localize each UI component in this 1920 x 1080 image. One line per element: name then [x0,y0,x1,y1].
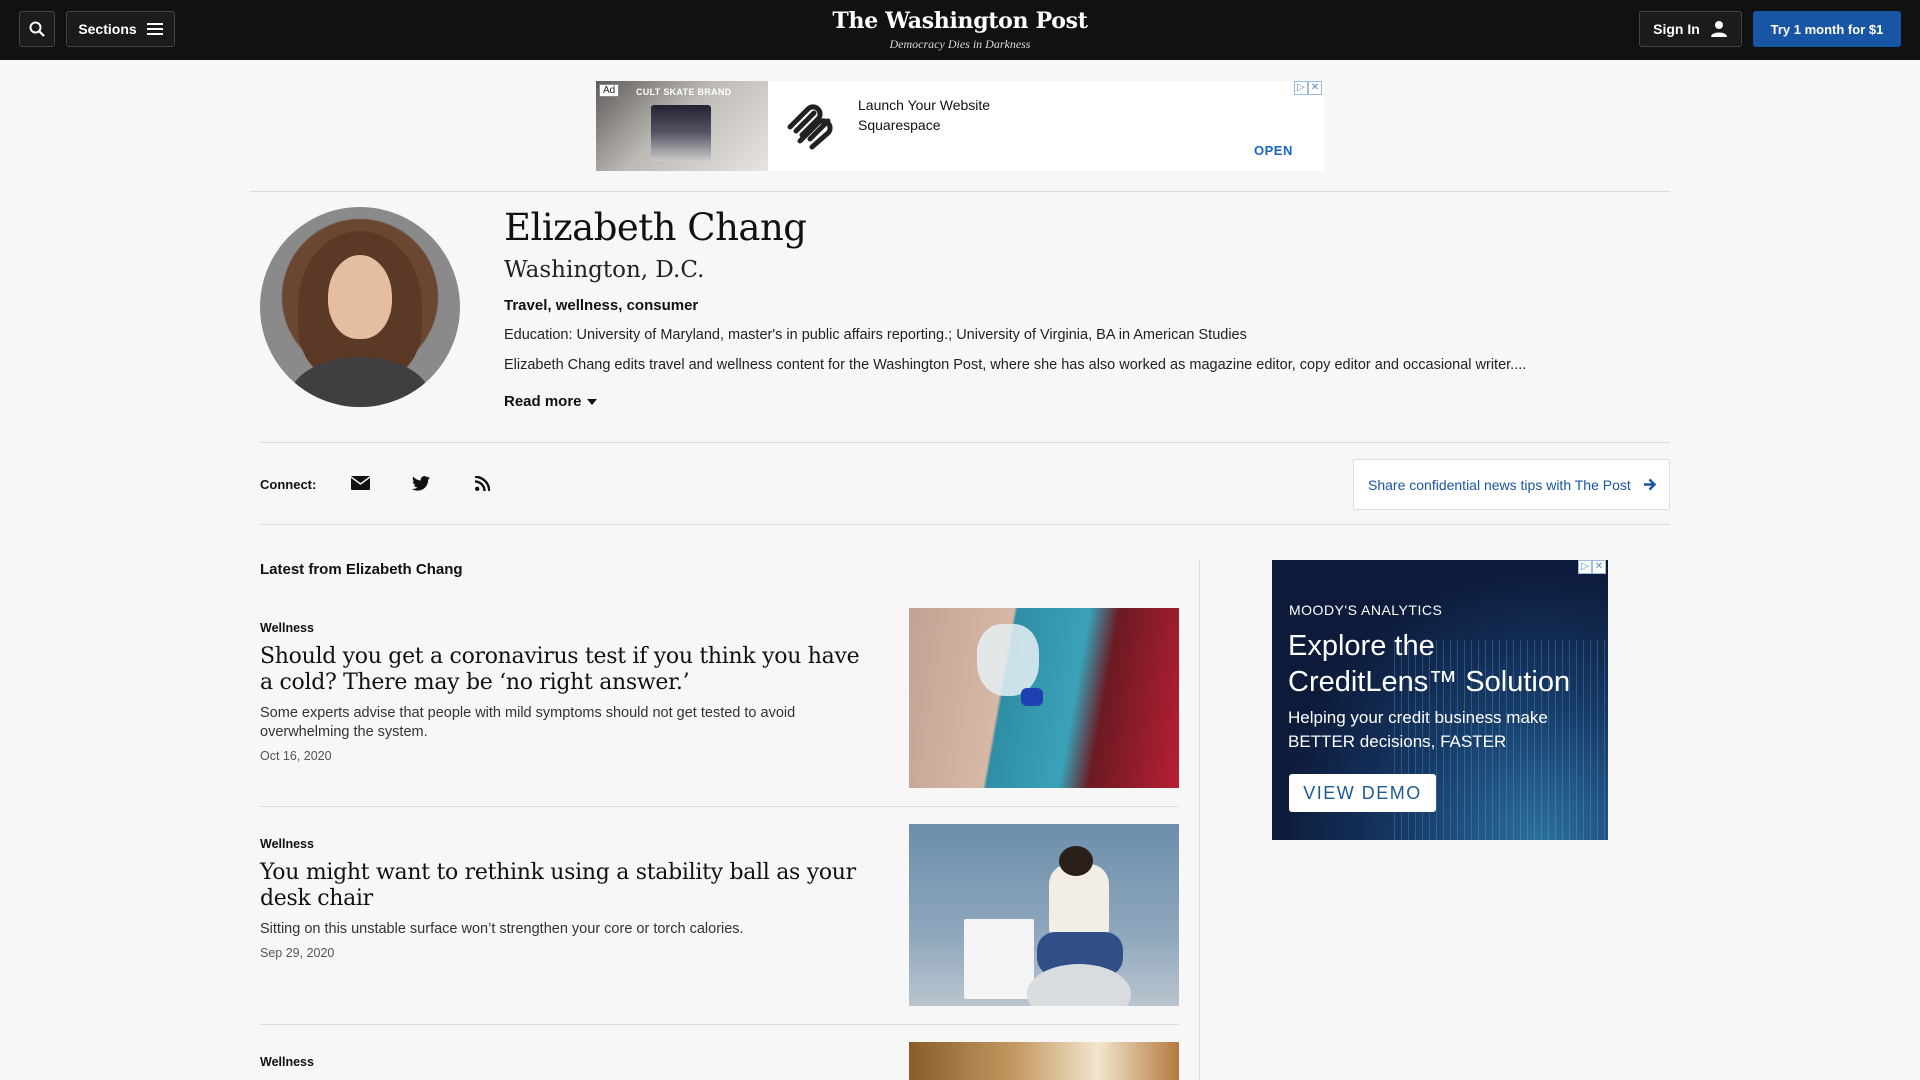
article-kicker[interactable]: Wellness [260,1055,314,1069]
view-demo-button[interactable]: VIEW DEMO [1289,774,1436,812]
subscribe-button[interactable]: Try 1 month for $1 [1753,11,1901,47]
column-divider [1199,560,1200,1080]
search-icon [29,21,45,37]
glove-shape [1021,688,1043,706]
top-bar: Sections The Washington Post Democracy D… [0,0,1920,60]
author-name: Elizabeth Chang [504,206,807,249]
caret-down-icon [586,398,597,405]
article-thumbnail[interactable] [909,824,1179,1006]
article-separator [260,806,1179,807]
article-blurb: Sitting on this unstable surface won’t s… [260,921,744,937]
article-headline[interactable]: Should you get a coronavirus test if you… [260,644,860,696]
side-ad-brand: MOODY'S ANALYTICS [1289,602,1443,618]
user-icon [1710,21,1727,37]
article-headline[interactable]: You might want to rethink using a stabil… [260,860,860,912]
sign-in-label: Sign In [1653,21,1700,37]
article-kicker[interactable]: Wellness [260,837,314,851]
banner-ad-title: Launch Your Website [858,97,991,113]
arrow-right-icon [1643,478,1656,491]
squarespace-logo-icon [787,104,833,150]
sections-button[interactable]: Sections [66,11,175,47]
divider [250,191,1670,192]
banner-ad-image: CULT SKATE BRAND Ad [596,81,768,171]
sign-in-button[interactable]: Sign In [1639,11,1742,47]
article-blurb: Some experts advise that people with mil… [260,705,796,740]
article-thumbnail[interactable] [909,608,1179,788]
divider [260,524,1670,525]
article-date: Oct 16, 2020 [260,749,332,763]
masthead: The Washington Post Democracy Dies in Da… [0,8,1920,52]
banner-ad-image-text: CULT SKATE BRAND [636,87,732,97]
latest-heading: Latest from Elizabeth Chang [260,561,463,578]
twitter-icon[interactable] [410,473,432,493]
adchoices-icon[interactable]: ▷ [1294,81,1308,95]
desk-shape [964,919,1034,999]
connect-label: Connect: [260,477,317,492]
banner-ad-product [651,105,711,161]
side-ad-headline: Explore the CreditLens™ Solution [1288,630,1571,698]
banner-ad-open-button[interactable]: OPEN [1254,143,1293,158]
news-tips-label: Share confidential news tips with The Po… [1368,476,1631,493]
avatar-face [328,255,392,339]
author-bio: Elizabeth Chang edits travel and wellnes… [504,357,1527,373]
side-ad-subhead: Helping your credit business make BETTER… [1288,708,1548,751]
read-more-label: Read more [504,393,582,410]
sections-label: Sections [78,21,137,37]
adchoices-icon[interactable]: ▷ [1578,560,1592,574]
banner-ad-advertiser: Squarespace [858,117,941,133]
email-icon[interactable] [349,473,371,493]
author-topics: Travel, wellness, consumer [504,297,699,314]
close-ad-icon[interactable]: ✕ [1592,560,1606,574]
article-date: Sep 29, 2020 [260,946,335,960]
banner-ad[interactable]: CULT SKATE BRAND Ad Launch Your Website … [596,81,1324,171]
face-shield-shape [977,624,1039,696]
close-ad-icon[interactable]: ✕ [1308,81,1322,95]
news-tips-button[interactable]: Share confidential news tips with The Po… [1353,459,1670,510]
read-more-button[interactable]: Read more [504,393,597,410]
article-thumbnail[interactable] [909,1042,1179,1080]
hair-shape [1059,846,1093,876]
ad-label: Ad [599,84,620,97]
article-kicker[interactable]: Wellness [260,621,314,635]
rss-icon[interactable] [471,473,493,493]
search-button[interactable] [19,11,55,47]
divider [260,442,1670,443]
author-education: Education: University of Maryland, maste… [504,327,1247,343]
menu-icon [146,23,163,35]
article-separator [260,1024,1179,1025]
site-logo[interactable]: The Washington Post [832,8,1087,34]
author-location: Washington, D.C. [504,257,705,283]
side-ad[interactable]: MOODY'S ANALYTICS Explore the CreditLens… [1272,560,1608,840]
author-avatar [260,207,460,407]
site-tagline: Democracy Dies in Darkness [889,37,1031,51]
